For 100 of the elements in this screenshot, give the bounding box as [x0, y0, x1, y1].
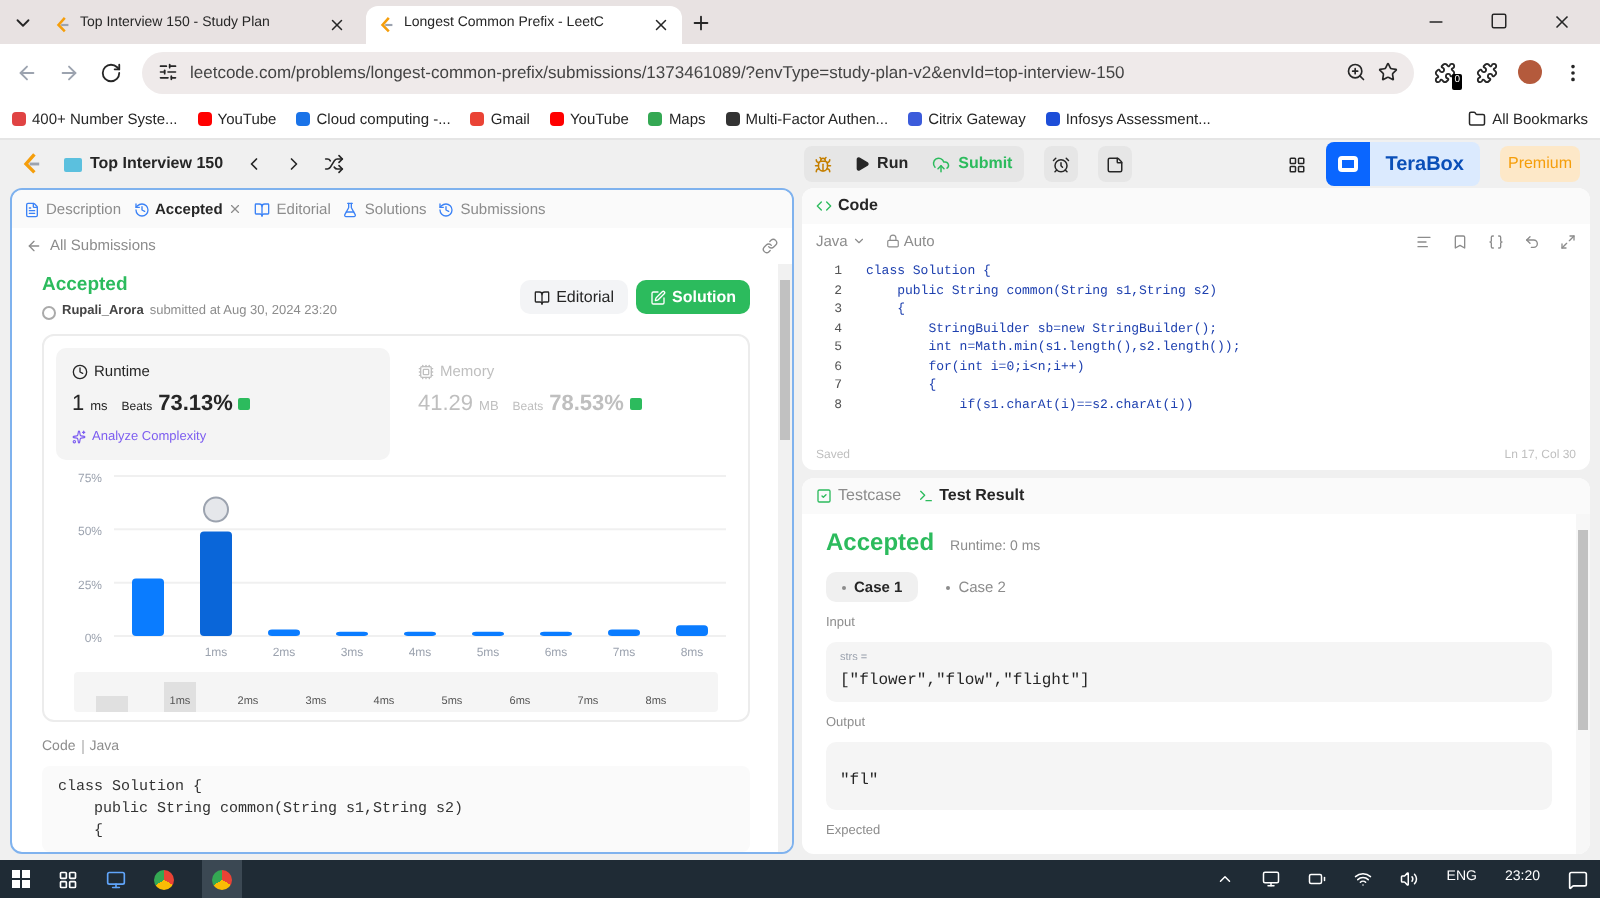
reset-icon[interactable]: [1524, 233, 1540, 249]
cloud-upload-icon: [932, 155, 951, 173]
bar: [336, 630, 368, 635]
panel-title: Code: [838, 194, 878, 218]
url-text: leetcode.com/problems/longest-common-prefix/submissions/1373461089/?envType=study-plan-v2&envId=top-interview-150: [190, 59, 1127, 85]
book-icon: [534, 289, 551, 305]
layout-icon[interactable]: [1287, 155, 1306, 173]
metric-value: 41.29: [418, 390, 474, 421]
address-field[interactable]: leetcode.com/problems/longest-common-prefix/submissions/1373461089/?envType=study-plan-v2&envId=top-interview-150: [142, 51, 1414, 93]
run-button[interactable]: Run: [841, 152, 921, 176]
favicon-icon: [470, 112, 485, 126]
bar: [676, 624, 708, 635]
favicon-icon: [197, 112, 212, 126]
alarm-clock-icon: [1052, 155, 1071, 173]
clock-icon: [72, 363, 88, 380]
bar: [608, 628, 640, 635]
folder-icon: [1468, 110, 1487, 128]
metric-value: 1: [72, 390, 85, 421]
bar: [268, 628, 300, 635]
favicon-icon: [725, 112, 740, 126]
status-text: Accepted: [42, 272, 130, 300]
badge-icon: [629, 398, 642, 411]
flask-icon: [342, 201, 359, 217]
beats-value: 73.13%: [158, 390, 233, 421]
notification-app-icon[interactable]: [1262, 870, 1281, 888]
edit-icon: [650, 289, 666, 305]
chip-icon: [418, 363, 434, 380]
leetcode-logo-icon: [378, 16, 396, 34]
bar: [200, 530, 232, 635]
favicon-icon: [549, 112, 564, 126]
favicon-icon: [12, 112, 26, 126]
back-icon[interactable]: [26, 238, 42, 254]
scrollbar[interactable]: [778, 264, 792, 852]
leetcode-logo-icon: [54, 16, 72, 34]
terminal-icon: [917, 488, 934, 504]
avatar-icon: [42, 305, 56, 320]
format-icon[interactable]: [1416, 233, 1432, 249]
input-value: ["flower","flow","flight"]: [840, 670, 1092, 694]
battery-icon[interactable]: [1308, 870, 1327, 888]
site-settings-icon[interactable]: [158, 62, 178, 82]
zoom-icon[interactable]: [1346, 62, 1366, 82]
leetcode-logo-icon: [20, 152, 44, 176]
chevron-up-icon[interactable]: [1216, 870, 1235, 888]
speaker-icon[interactable]: [1400, 870, 1419, 888]
chevron-down-icon: [851, 234, 866, 248]
bookmark-star-icon[interactable]: [1378, 62, 1398, 82]
result-status: Accepted: [826, 526, 935, 560]
new-tab-icon[interactable]: [690, 11, 712, 33]
notifications-icon[interactable]: [1568, 869, 1588, 889]
windows-start-icon[interactable]: [12, 870, 30, 888]
maximize-icon[interactable]: [1490, 12, 1508, 30]
favicon-icon: [648, 112, 663, 126]
checkbox-icon: [816, 488, 832, 504]
output-value: "fl": [840, 771, 879, 790]
close-icon[interactable]: [652, 16, 670, 34]
play-icon: [853, 156, 870, 172]
sparkles-icon: [72, 430, 86, 445]
task-view-icon[interactable]: [58, 869, 78, 889]
note-icon: [1106, 155, 1125, 173]
avatar-marker: [203, 495, 229, 522]
editorial-button[interactable]: Editorial: [520, 280, 628, 314]
chrome-icon[interactable]: [154, 869, 174, 889]
terabox-logo-icon[interactable]: [1325, 142, 1370, 186]
expand-icon[interactable]: [1560, 233, 1576, 249]
favicon-icon: [1045, 112, 1060, 126]
bookmark-icon[interactable]: [1452, 233, 1468, 249]
code-icon: [816, 198, 832, 214]
wifi-icon[interactable]: [1354, 870, 1373, 888]
bar: [404, 630, 436, 635]
chrome-taskbar-button[interactable]: [202, 860, 242, 898]
bar: [540, 630, 572, 635]
mini-bar: [164, 681, 196, 711]
list-icon: [64, 157, 82, 171]
scrollbar[interactable]: [1576, 514, 1590, 854]
reload-icon[interactable]: [100, 61, 122, 83]
panel-tab[interactable]: Test Result: [917, 484, 1025, 508]
extensions-icon[interactable]: [1476, 61, 1498, 83]
bar: [472, 630, 504, 635]
profile-avatar[interactable]: [1518, 60, 1542, 84]
close-icon[interactable]: [1552, 12, 1572, 32]
link-icon[interactable]: [762, 238, 778, 254]
favicon-icon: [296, 112, 311, 126]
mini-bar: [96, 695, 128, 711]
bar: [132, 577, 164, 635]
history-icon: [133, 201, 150, 217]
document-icon: [24, 201, 40, 217]
bug-icon[interactable]: [813, 155, 832, 173]
beats-value: 78.53%: [549, 390, 624, 421]
close-icon[interactable]: [328, 16, 346, 34]
shuffle-icon[interactable]: [323, 154, 344, 174]
lock-icon: [885, 234, 900, 248]
problem-list-link[interactable]: Top Interview 150: [64, 152, 224, 176]
braces-icon[interactable]: [1488, 233, 1504, 249]
favicon-icon: [908, 112, 923, 126]
notes-button[interactable]: [1098, 146, 1133, 182]
book-icon: [254, 201, 271, 217]
monitor-icon[interactable]: [106, 869, 126, 889]
badge-icon: [238, 398, 251, 411]
history-icon: [438, 201, 455, 217]
timer-button[interactable]: [1044, 146, 1079, 182]
